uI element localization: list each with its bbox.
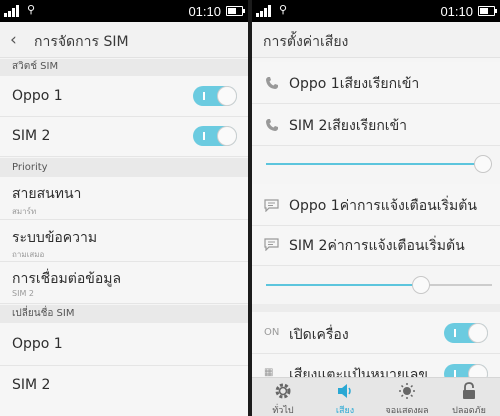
signal-icon bbox=[256, 5, 274, 17]
slider-thumb[interactable] bbox=[412, 276, 430, 294]
nav-tab-general[interactable]: ทั่วไป bbox=[252, 378, 314, 416]
slider-fill bbox=[266, 284, 421, 286]
status-bar: ⚲ 01:10 bbox=[0, 0, 248, 22]
nav-tab-display[interactable]: จอแสดงผล bbox=[376, 378, 438, 416]
ringtone-volume-slider[interactable] bbox=[266, 152, 492, 176]
priority-value: สมาร์ท bbox=[12, 207, 37, 216]
sim1-toggle[interactable] bbox=[193, 86, 237, 106]
section-divider bbox=[252, 304, 500, 312]
sound-settings-screen: ⚲ 01:10 การตั้งค่าเสียง Oppo 1เสียงเรียก… bbox=[252, 0, 500, 416]
brightness-icon bbox=[399, 383, 415, 399]
ringtone-row-sim2[interactable]: SIM 2เสียงเรียกเข้า bbox=[252, 104, 500, 146]
gear-icon bbox=[275, 383, 291, 399]
nav-tab-security[interactable]: ปลอดภัย bbox=[438, 378, 500, 416]
signal-icon bbox=[4, 5, 22, 17]
lock-icon bbox=[463, 382, 475, 399]
sim-switch-row-oppo1[interactable]: Oppo 1 bbox=[0, 76, 248, 117]
priority-label: สายสนทนา bbox=[12, 186, 82, 202]
section-header-priority: Priority bbox=[0, 158, 248, 177]
bottom-navigation: ทั่วไป เสียง จอแสดงผล ปลอดภัย bbox=[252, 377, 500, 416]
section-header-rename-sim: เปลี่ยนชื่อ SIM bbox=[0, 305, 248, 323]
slider-fill bbox=[266, 163, 483, 165]
page-title: การตั้งค่าเสียง bbox=[263, 34, 349, 50]
message-icon bbox=[264, 238, 279, 251]
rename-label: SIM 2 bbox=[12, 377, 51, 393]
sim2-toggle[interactable] bbox=[193, 126, 237, 146]
power-on-icon: ON bbox=[264, 327, 280, 338]
battery-icon bbox=[478, 6, 497, 16]
priority-row-messages[interactable]: ระบบข้อความ ถามเสมอ bbox=[0, 220, 248, 262]
message-icon bbox=[264, 199, 279, 212]
sim-management-screen: ⚲ 01:10 ‹ การจัดการ SIM สวิตช์ SIM Oppo … bbox=[0, 0, 248, 416]
status-time: 01:10 bbox=[440, 4, 473, 19]
priority-value: ถามเสมอ bbox=[12, 250, 45, 259]
rename-row-sim2[interactable]: SIM 2 bbox=[0, 366, 248, 416]
nav-label: จอแสดงผล bbox=[385, 406, 429, 416]
boot-sound-row[interactable]: ON เปิดเครื่อง bbox=[252, 312, 500, 354]
nav-label: ทั่วไป bbox=[272, 406, 294, 416]
slider-thumb[interactable] bbox=[474, 155, 492, 173]
status-bar: ⚲ 01:10 bbox=[252, 0, 500, 22]
boot-sound-label: เปิดเครื่อง bbox=[289, 327, 349, 343]
priority-row-data[interactable]: การเชื่อมต่อข้อมูล SIM 2 bbox=[0, 262, 248, 304]
priority-value: SIM 2 bbox=[12, 289, 34, 298]
ringtone-label: Oppo 1เสียงเรียกเข้า bbox=[289, 76, 420, 92]
sim-switch-row-sim2[interactable]: SIM 2 bbox=[0, 117, 248, 157]
priority-row-calls[interactable]: สายสนทนา สมาร์ท bbox=[0, 177, 248, 220]
notification-row-oppo1[interactable]: Oppo 1ค่าการแจ้งเตือนเริ่มต้น bbox=[252, 184, 500, 226]
nav-tab-sound[interactable]: เสียง bbox=[314, 378, 376, 416]
notification-label: Oppo 1ค่าการแจ้งเตือนเริ่มต้น bbox=[289, 198, 477, 214]
rename-label: Oppo 1 bbox=[12, 336, 63, 352]
ringtone-row-oppo1[interactable]: Oppo 1เสียงเรียกเข้า bbox=[252, 62, 500, 104]
sim-switch-label: SIM 2 bbox=[12, 128, 51, 144]
phone-icon bbox=[266, 119, 278, 131]
section-header-sim-switch: สวิตช์ SIM bbox=[0, 59, 248, 76]
page-title: การจัดการ SIM bbox=[34, 34, 129, 50]
key-icon: ⚲ bbox=[279, 3, 288, 16]
speaker-icon bbox=[338, 384, 351, 398]
rename-row-oppo1[interactable]: Oppo 1 bbox=[0, 323, 248, 366]
notification-volume-slider[interactable] bbox=[266, 273, 492, 297]
sim-switch-label: Oppo 1 bbox=[12, 88, 63, 104]
priority-label: ระบบข้อความ bbox=[12, 230, 98, 246]
notification-label: SIM 2ค่าการแจ้งเตือนเริ่มต้น bbox=[289, 238, 465, 254]
nav-label: เสียง bbox=[335, 406, 355, 416]
ringtone-label: SIM 2เสียงเรียกเข้า bbox=[289, 118, 408, 134]
app-header: ‹ การจัดการ SIM bbox=[0, 22, 248, 58]
boot-sound-toggle[interactable] bbox=[444, 323, 488, 343]
nav-label: ปลอดภัย bbox=[452, 406, 486, 416]
phone-icon bbox=[266, 77, 278, 89]
priority-label: การเชื่อมต่อข้อมูล bbox=[12, 271, 122, 287]
back-arrow-icon[interactable]: ‹ bbox=[10, 31, 26, 49]
key-icon: ⚲ bbox=[27, 3, 36, 16]
notification-row-sim2[interactable]: SIM 2ค่าการแจ้งเตือนเริ่มต้น bbox=[252, 226, 500, 266]
app-header: การตั้งค่าเสียง bbox=[252, 22, 500, 58]
battery-icon bbox=[226, 6, 245, 16]
status-time: 01:10 bbox=[188, 4, 221, 19]
